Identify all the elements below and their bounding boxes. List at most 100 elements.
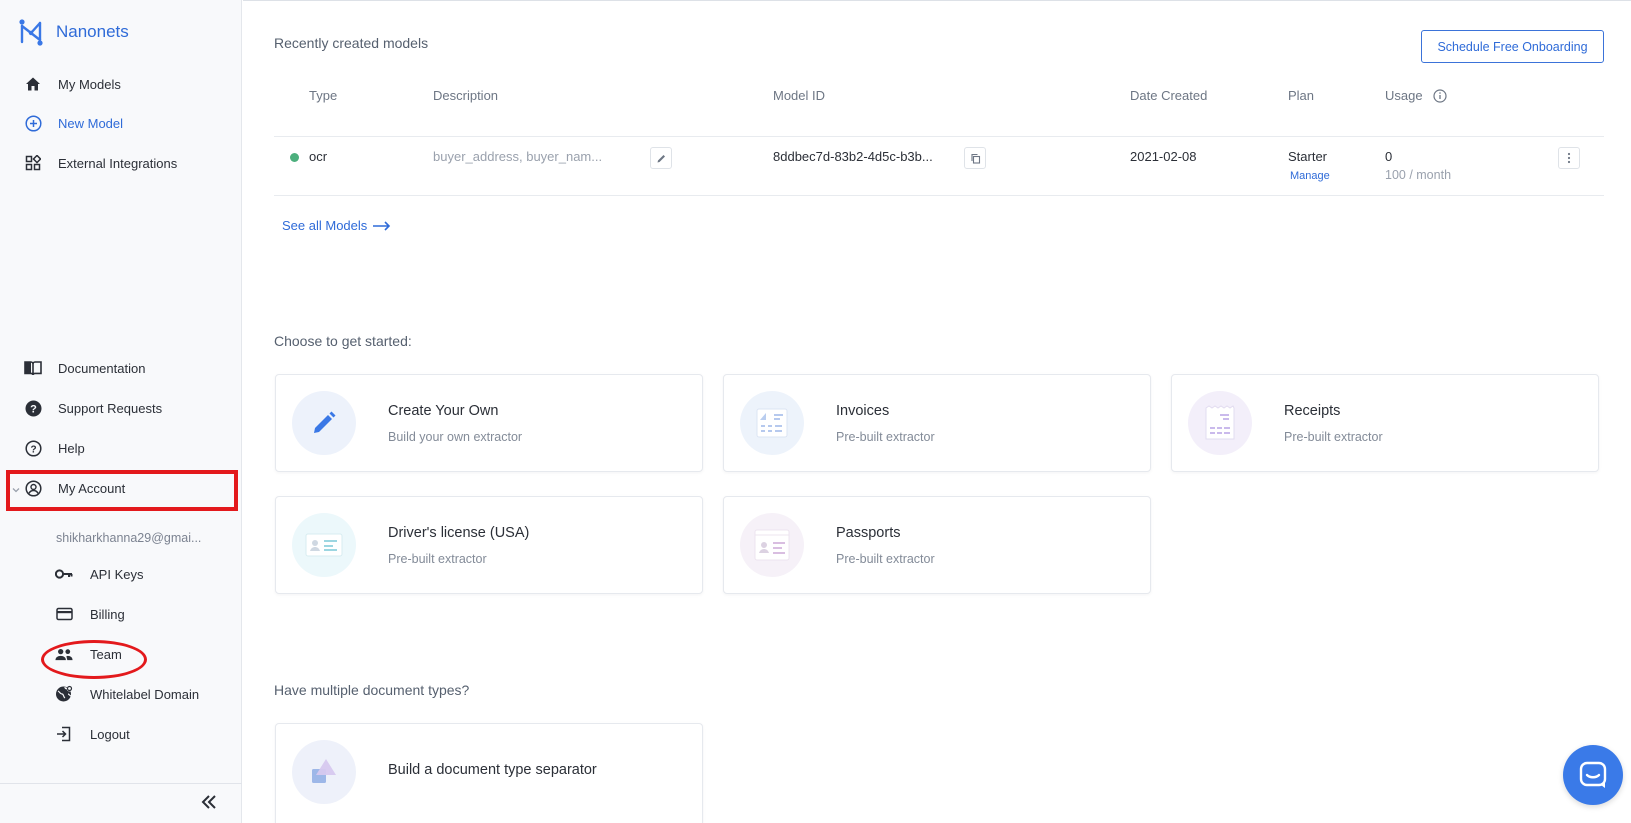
card-drivers-license[interactable]: Driver's license (USA) Pre-built extract… <box>275 496 703 594</box>
card-title: Invoices <box>836 403 890 419</box>
sidebar-item-documentation[interactable]: Documentation <box>0 350 242 386</box>
sidebar-item-label: Team <box>90 646 122 662</box>
status-dot <box>290 153 299 162</box>
sidebar-item-label: Billing <box>90 606 125 622</box>
sidebar-item-api-keys[interactable]: API Keys <box>0 556 242 592</box>
plan-name: Starter <box>1288 149 1328 164</box>
column-header-date-created: Date Created <box>1130 88 1208 103</box>
see-all-label: See all Models <box>282 218 368 233</box>
copy-icon <box>970 153 980 164</box>
sidebar-item-help[interactable]: ? Help <box>0 430 242 466</box>
edit-description-button[interactable] <box>650 147 672 169</box>
account-email: shikharkhanna29@gmai... <box>56 531 202 545</box>
model-id: 8ddbec7d-83b2-4d5c-b3b... <box>773 149 933 164</box>
sidebar-item-label: New Model <box>58 115 124 131</box>
usage-limit: 100 / month <box>1385 168 1452 182</box>
sidebar-item-label: Support Requests <box>58 400 163 416</box>
pencil-icon <box>292 391 356 455</box>
card-title: Build a document type separator <box>388 762 597 778</box>
sidebar-item-label: Logout <box>90 726 130 742</box>
chat-launcher-button[interactable] <box>1563 745 1623 805</box>
column-header-type: Type <box>309 88 338 103</box>
sidebar-item-support-requests[interactable]: ? Support Requests <box>0 390 242 426</box>
receipt-icon <box>1188 391 1252 455</box>
pencil-icon <box>657 154 665 162</box>
id-card-icon <box>292 513 356 577</box>
copy-model-id-button[interactable] <box>964 147 986 169</box>
card-title: Driver's license (USA) <box>388 525 530 541</box>
sidebar: Nanonets My Models New Model External In… <box>0 0 242 823</box>
card-subtitle: Pre-built extractor <box>1284 430 1383 444</box>
card-title: Passports <box>836 525 901 541</box>
nanonets-logo-icon <box>19 19 43 46</box>
svg-text:?: ? <box>30 444 36 455</box>
column-header-description: Description <box>433 88 499 103</box>
sidebar-item-new-model[interactable]: New Model <box>0 105 242 141</box>
integrations-icon <box>24 154 42 172</box>
collapse-sidebar-icon[interactable] <box>200 793 218 811</box>
sidebar-item-label: External Integrations <box>58 155 178 171</box>
sidebar-item-label: Whitelabel Domain <box>90 686 200 702</box>
card-subtitle: Build your own extractor <box>388 430 523 444</box>
manage-plan-link[interactable]: Manage <box>1290 170 1330 182</box>
account-icon <box>24 479 42 497</box>
sidebar-item-billing[interactable]: Billing <box>0 596 242 632</box>
model-type: ocr <box>309 149 328 164</box>
card-create-your-own[interactable]: Create Your Own Build your own extractor <box>275 374 703 472</box>
help-circle-icon: ? <box>24 399 42 417</box>
sidebar-item-my-models[interactable]: My Models <box>0 66 242 102</box>
get-started-title: Choose to get started: <box>274 333 412 349</box>
shapes-icon <box>292 740 356 804</box>
book-icon <box>24 359 42 377</box>
column-header-usage: Usage <box>1385 88 1423 103</box>
sidebar-item-label: Help <box>58 440 85 456</box>
sidebar-item-team[interactable]: Team <box>0 636 242 672</box>
date-created: 2021-02-08 <box>1130 149 1197 164</box>
passport-icon <box>740 513 804 577</box>
sidebar-item-label: My Models <box>58 76 121 92</box>
brand-name: Nanonets <box>56 22 129 41</box>
credit-card-icon <box>55 605 73 623</box>
app-root: Nanonets My Models New Model External In… <box>0 0 1631 823</box>
logout-icon <box>55 725 73 743</box>
card-document-separator[interactable]: Build a document type separator <box>275 723 703 823</box>
plus-circle-icon <box>24 114 42 132</box>
svg-text:?: ? <box>30 403 37 415</box>
card-title: Create Your Own <box>388 403 499 419</box>
sidebar-divider <box>0 783 242 784</box>
column-header-model-id: Model ID <box>773 88 826 103</box>
row-menu-button[interactable] <box>1558 147 1580 169</box>
sidebar-item-whitelabel-domain[interactable]: Whitelabel Domain <box>0 676 242 712</box>
sidebar-item-external-integrations[interactable]: External Integrations <box>0 145 242 181</box>
sidebar-item-logout[interactable]: Logout <box>0 716 242 752</box>
card-title: Receipts <box>1284 403 1341 419</box>
column-header-plan: Plan <box>1288 88 1315 103</box>
card-subtitle: Pre-built extractor <box>388 552 487 566</box>
team-icon <box>55 645 73 663</box>
sidebar-item-label: API Keys <box>90 566 144 582</box>
table-divider <box>274 136 1604 137</box>
more-vertical-icon <box>1567 152 1571 164</box>
arrow-right-icon <box>373 220 391 231</box>
schedule-onboarding-button[interactable]: Schedule Free Onboarding <box>1421 30 1604 63</box>
see-all-models-link[interactable]: See all Models <box>282 218 391 233</box>
key-icon <box>55 565 73 583</box>
sidebar-item-label: Documentation <box>58 360 146 376</box>
brand[interactable]: Nanonets <box>18 18 129 46</box>
question-icon: ? <box>24 439 42 457</box>
table-divider <box>274 195 1604 196</box>
card-invoices[interactable]: Invoices Pre-built extractor <box>723 374 1151 472</box>
info-icon[interactable] <box>1433 89 1447 103</box>
usage-count: 0 <box>1385 149 1393 164</box>
main-content: Recently created models Schedule Free On… <box>243 0 1631 823</box>
card-receipts[interactable]: Receipts Pre-built extractor <box>1171 374 1599 472</box>
multi-doc-title: Have multiple document types? <box>274 682 470 698</box>
chat-icon <box>1579 761 1607 788</box>
home-icon <box>24 75 42 93</box>
sidebar-item-my-account[interactable]: My Account <box>0 470 242 506</box>
card-subtitle: Pre-built extractor <box>836 552 935 566</box>
invoice-icon <box>740 391 804 455</box>
card-subtitle: Pre-built extractor <box>836 430 935 444</box>
model-description: buyer_address, buyer_nam... <box>433 149 603 164</box>
card-passports[interactable]: Passports Pre-built extractor <box>723 496 1151 594</box>
